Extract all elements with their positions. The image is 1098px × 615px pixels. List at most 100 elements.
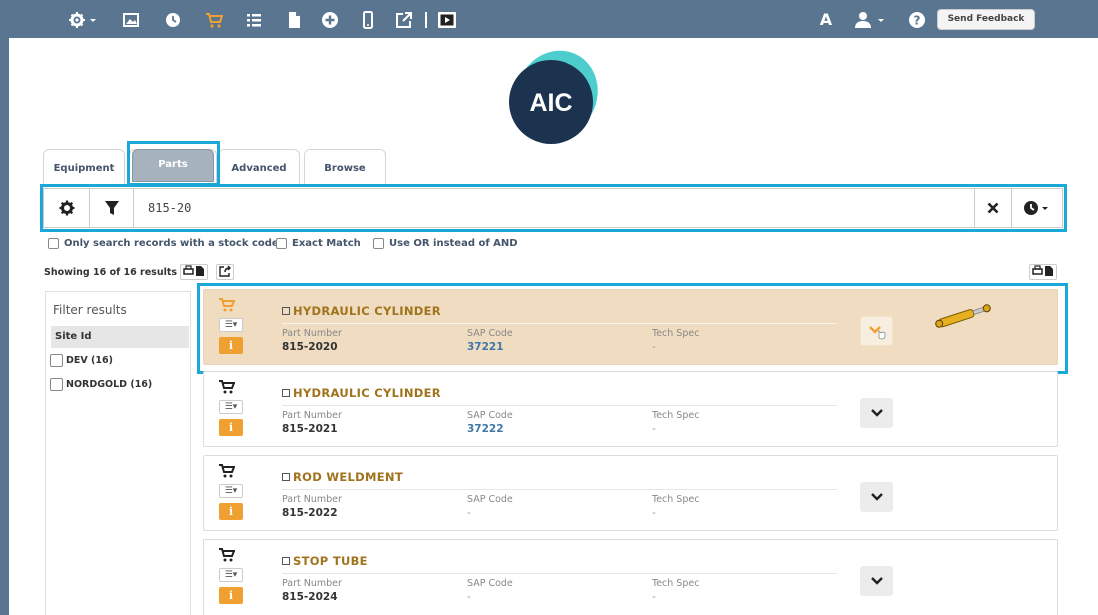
stock-code-checkbox[interactable] [48,238,59,249]
actions-dropdown-button[interactable]: ☰▾ [219,484,243,498]
option-stock-code[interactable]: Only search records with a stock code [48,238,279,249]
part-number-value: 815-2022 [282,507,338,519]
add-button[interactable] [321,11,339,29]
print-icon [1032,265,1053,276]
part-title[interactable]: HYDRAULIC CYLINDER [282,304,441,318]
font-size-button[interactable]: A [817,11,835,29]
divider [282,573,837,574]
chevron-down-icon [870,577,883,585]
list-button[interactable] [245,11,263,29]
document-button[interactable] [285,11,303,29]
sap-code-link[interactable]: 37221 [467,341,504,353]
part-number-value: 815-2024 [282,591,338,603]
print-icon [183,265,204,276]
sap-code-label: SAP Code [467,494,513,505]
tech-spec-label: Tech Spec [652,578,700,589]
add-to-cart-icon[interactable] [219,298,236,316]
send-feedback-button[interactable]: Send Feedback [937,9,1035,30]
stock-code-label: Only search records with a stock code [64,238,279,249]
actions-dropdown-button[interactable]: ☰▾ [219,400,243,414]
expand-button[interactable] [860,566,893,596]
plus-circle-icon [322,12,338,28]
chevron-down-icon [870,493,883,501]
user-menu-button[interactable] [854,11,888,29]
info-icon[interactable]: i [219,587,243,604]
tab-advanced[interactable]: Advanced [218,149,300,187]
actions-dropdown-button[interactable]: ☰▾ [219,568,243,582]
part-title[interactable]: HYDRAULIC CYLINDER [282,386,441,400]
filter-icon [104,201,119,215]
part-number-label: Part Number [282,494,342,505]
facet-nordgold[interactable]: NORDGOLD (16) [50,378,152,391]
toolbar-divider [425,12,427,28]
use-or-checkbox[interactable] [373,238,384,249]
tech-spec-label: Tech Spec [652,494,700,505]
add-to-cart-icon[interactable] [219,464,236,482]
expand-button[interactable] [860,482,893,512]
add-to-cart-icon[interactable] [219,548,236,566]
facet-checkbox[interactable] [50,354,63,367]
tab-parts[interactable]: Parts [132,149,214,182]
share-icon [219,265,231,277]
external-link-button[interactable] [395,11,413,29]
select-checkbox[interactable] [282,557,290,565]
cart-button[interactable] [205,11,223,29]
tech-spec-value: - [652,341,656,353]
result-card[interactable]: ☰▾ i STOP TUBE Part Number 815-2024 SAP … [203,539,1058,615]
external-link-icon [396,12,412,28]
select-checkbox[interactable] [282,389,290,397]
print-list-button[interactable] [1029,264,1057,280]
result-card[interactable]: ☰▾ i HYDRAULIC CYLINDER Part Number 815-… [203,371,1058,447]
search-filter-button[interactable] [90,189,134,227]
clock-icon [1024,201,1048,215]
result-card[interactable]: ☰▾ i ROD WELDMENT Part Number 815-2022 S… [203,455,1058,531]
search-history-button[interactable] [1012,189,1062,227]
search-input[interactable] [136,189,974,227]
sap-code-value: - [467,507,471,519]
select-checkbox[interactable] [282,307,290,315]
add-to-cart-icon[interactable] [219,380,236,398]
info-icon[interactable]: i [219,419,243,436]
filter-group-site-id[interactable]: Site Id [51,326,189,348]
part-title[interactable]: STOP TUBE [282,554,368,568]
sap-code-link[interactable]: 37222 [467,423,504,435]
facet-label: NORDGOLD (16) [66,379,153,390]
option-use-or[interactable]: Use OR instead of AND [373,238,518,249]
tab-equipment[interactable]: Equipment [43,149,125,187]
expand-button[interactable] [860,316,893,346]
tech-spec-value: - [652,423,656,435]
expand-button[interactable] [860,398,893,428]
print-results-button[interactable] [180,264,208,280]
video-button[interactable] [437,11,457,29]
part-title[interactable]: ROD WELDMENT [282,470,403,484]
divider [282,323,837,324]
actions-dropdown-button[interactable]: ☰▾ [219,318,243,332]
video-icon [438,12,456,28]
help-icon: ? [909,12,925,28]
part-number-value: 815-2020 [282,341,338,353]
part-number-label: Part Number [282,410,342,421]
select-checkbox[interactable] [282,473,290,481]
share-results-button[interactable] [216,264,234,280]
result-card[interactable]: ☰▾ i HYDRAULIC CYLINDER Part Number 815-… [203,289,1058,365]
close-icon [987,202,999,214]
clear-search-button[interactable] [974,189,1012,227]
tech-spec-label: Tech Spec [652,410,700,421]
facet-dev[interactable]: DEV (16) [50,354,113,367]
tab-browse[interactable]: Browse [304,149,386,187]
facet-checkbox[interactable] [50,378,63,391]
settings-menu-button[interactable] [69,11,99,29]
gear-icon [59,200,74,216]
search-settings-button[interactable] [44,189,90,227]
info-icon[interactable]: i [219,337,243,354]
part-number-value: 815-2021 [282,423,338,435]
info-icon[interactable]: i [219,503,243,520]
option-exact-match[interactable]: Exact Match [276,238,361,249]
history-button[interactable] [164,11,182,29]
exact-match-checkbox[interactable] [276,238,287,249]
divider [282,405,837,406]
mobile-button[interactable] [359,11,377,29]
help-button[interactable]: ? [908,11,926,29]
image-button[interactable] [122,11,140,29]
cart-icon [206,13,223,28]
